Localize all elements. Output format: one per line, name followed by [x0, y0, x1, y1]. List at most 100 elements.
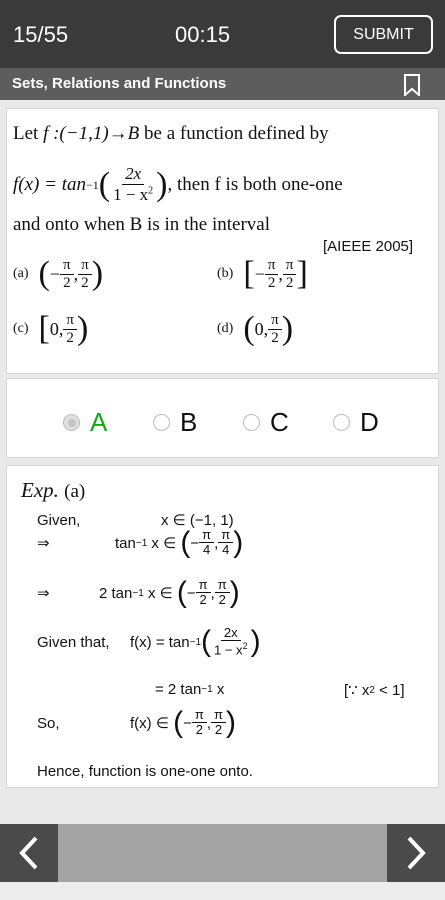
interval-left: 0 — [254, 318, 264, 339]
fraction: π2 — [191, 707, 207, 738]
fraction: π2 — [282, 257, 297, 292]
question-text: be a function defined by — [139, 123, 329, 144]
option-label: (c) — [13, 321, 29, 337]
formula-lhs: f(x) = tan — [130, 633, 190, 651]
choice-a[interactable]: A — [63, 407, 107, 438]
option-d[interactable]: (d) ( 0 , π2 ) — [217, 312, 293, 347]
given-label: Given, — [37, 511, 81, 529]
so-row: So, f(x) ∈ ( − π2 , π2 ) — [37, 706, 236, 740]
option-a[interactable]: (a) ( − π2 , π2 ) — [13, 257, 103, 292]
submit-button[interactable]: SUBMIT — [334, 15, 433, 54]
implies-symbol: ⇒ — [37, 585, 50, 603]
denominator-text: 1 − x — [113, 184, 149, 204]
question-function: f :(−1,1)→B — [43, 123, 140, 144]
fraction: 2x 1 − x2 — [110, 164, 156, 205]
option-b[interactable]: (b) [ − π2 , π2 ] — [217, 257, 308, 292]
fraction: π2 — [78, 257, 92, 292]
fraction-denominator: 1 − x2 — [211, 641, 251, 658]
radio-button[interactable] — [333, 414, 350, 431]
step-expression: tan — [115, 534, 136, 552]
fraction-numerator: π — [60, 257, 74, 275]
fraction-numerator: π — [264, 257, 279, 275]
question-card: Let f :(−1,1)→B be a function defined by… — [6, 108, 439, 374]
subject-title: Sets, Relations and Functions — [12, 75, 227, 92]
chevron-right-icon — [407, 836, 426, 870]
question-text: Let — [13, 123, 44, 144]
fraction-numerator: π — [63, 312, 77, 330]
minus-sign: − — [183, 714, 192, 732]
step-variable: x ∈ — [143, 585, 177, 603]
fraction-denominator: 1 − x2 — [110, 185, 156, 205]
bottom-nav-bar — [0, 824, 445, 882]
bracket-close: ) — [76, 310, 89, 348]
explanation-answer: (a) — [64, 481, 86, 502]
question-text: , then f is both one-one — [167, 173, 343, 195]
next-button[interactable] — [387, 824, 445, 882]
bracket-open: ( — [243, 310, 255, 348]
paren-open: ( — [176, 576, 187, 610]
superscript: 2 — [242, 641, 248, 652]
paren-open: ( — [180, 526, 191, 560]
chevron-left-icon — [19, 836, 38, 870]
radio-button[interactable] — [243, 414, 260, 431]
radio-button[interactable] — [153, 414, 170, 431]
fraction-denominator: 2 — [195, 722, 203, 738]
choice-label: A — [90, 407, 108, 437]
equals-variable: x — [212, 681, 225, 698]
question-source: [AIEEE 2005] — [323, 238, 414, 255]
paren-close: ) — [156, 165, 168, 203]
fraction-numerator: π — [282, 257, 297, 275]
fraction-denominator: 2 — [218, 592, 226, 608]
choice-c[interactable]: C — [243, 407, 289, 438]
bracket-open: [ — [38, 310, 50, 348]
bracket-open: ( — [38, 255, 50, 293]
option-label: (a) — [13, 266, 29, 282]
fraction: π4 — [199, 527, 215, 558]
bookmark-icon[interactable] — [402, 74, 422, 96]
step-1: ⇒ tan −1 x ∈ ( − π4 , π4 ) — [37, 526, 243, 560]
bottom-strip — [0, 882, 445, 900]
fraction-numerator: π — [268, 312, 282, 330]
question-counter: 15/55 — [13, 22, 69, 47]
answer-choices: A B C D — [6, 378, 439, 458]
explanation-heading: Exp. — [21, 478, 59, 502]
given-that-row: Given that, f(x) = tan −1 ( 2x 1 − x2 ) — [37, 625, 261, 659]
choice-label: C — [270, 407, 289, 437]
prev-button[interactable] — [0, 824, 58, 882]
radio-button-selected[interactable] — [63, 414, 80, 431]
fraction-numerator: 2x — [220, 625, 241, 642]
paren-close: ) — [225, 706, 236, 740]
bracket-close: ] — [296, 255, 308, 293]
fraction: π2 — [210, 707, 226, 738]
fraction: 2x 1 − x2 — [211, 625, 251, 659]
choice-d[interactable]: D — [333, 407, 379, 438]
superscript: −1 — [201, 684, 213, 695]
question-line-2: f(x) = tan −1 ( 2x 1 − x2 ) , then f is b… — [13, 164, 423, 205]
fraction-numerator: π — [210, 707, 226, 724]
fraction-denominator: 2 — [214, 722, 223, 738]
question-line-3: and onto when B is in the interval — [13, 214, 270, 235]
superscript: −1 — [85, 177, 99, 192]
choice-b[interactable]: B — [153, 407, 197, 438]
fraction: π4 — [218, 527, 234, 558]
explanation-card: Exp. (a) Given, x ∈ (−1, 1) ⇒ tan −1 x ∈ … — [6, 465, 439, 788]
option-c[interactable]: (c) [ 0 , π2 ) — [13, 312, 88, 347]
step-variable: x ∈ — [147, 535, 181, 553]
fraction-denominator: 2 — [63, 274, 71, 291]
denominator-text: 1 − x — [214, 642, 243, 658]
minus-sign: − — [49, 263, 61, 284]
so-label: So, — [37, 714, 60, 732]
option-label: (d) — [217, 321, 234, 337]
subject-bar: Sets, Relations and Functions — [0, 68, 445, 100]
fraction: π2 — [264, 257, 279, 292]
equals-expression: = 2 tan — [155, 681, 202, 698]
because-note: [∵ x2 < 1] — [344, 681, 405, 700]
superscript: −1 — [135, 537, 148, 549]
superscript: −1 — [189, 636, 202, 648]
choice-label: D — [360, 407, 379, 437]
top-bar: 15/55 00:15 SUBMIT — [0, 0, 445, 68]
fraction-denominator: 4 — [202, 542, 211, 558]
fraction-denominator: 2 — [271, 329, 279, 346]
interval-left: 0 — [49, 318, 59, 339]
bracket-open: [ — [243, 255, 255, 293]
